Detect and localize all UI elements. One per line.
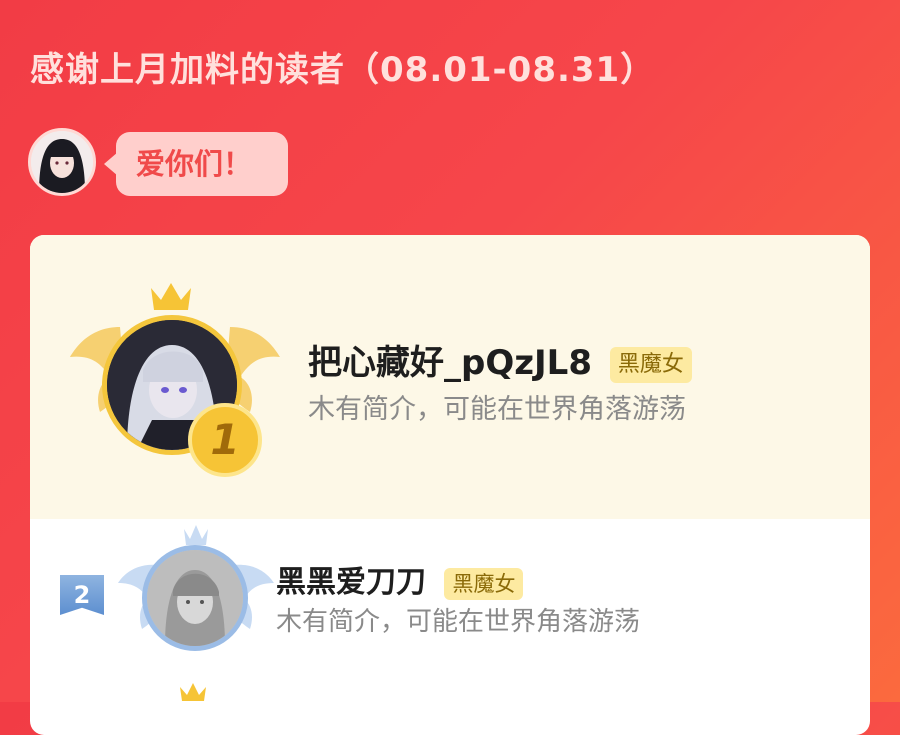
reader-name: 黑黑爱刀刀 黑魔女: [276, 557, 524, 601]
reader-name: 把心藏好_pQzJL8 黑魔女: [308, 335, 692, 384]
reader-ranking-card: 1 把心藏好_pQzJL8 黑魔女 木有简介，可能在世界角落游荡 2 黑黑爱刀刀…: [30, 235, 870, 735]
rank-1-medal: 1: [188, 403, 262, 477]
author-avatar[interactable]: [28, 128, 96, 196]
reader-bio: 木有简介，可能在世界角落游荡: [276, 607, 641, 637]
reader-name-text[interactable]: 把心藏好_pQzJL8: [308, 343, 592, 383]
role-tag: 黑魔女: [609, 346, 692, 383]
crown-icon: [151, 283, 191, 310]
rank-1-row[interactable]: 1 把心藏好_pQzJL8 黑魔女 木有简介，可能在世界角落游荡: [30, 235, 870, 519]
page-title: 感谢上月加料的读者（08.01-08.31）: [30, 50, 656, 90]
reader-name-text[interactable]: 黑黑爱刀刀: [276, 565, 426, 600]
avatar[interactable]: [142, 545, 248, 651]
role-tag: 黑魔女: [444, 567, 524, 600]
crown-icon: [180, 683, 206, 701]
speech-bubble: 爱你们！: [116, 132, 288, 196]
rank-2-badge: 2: [60, 575, 104, 615]
reader-bio: 木有简介，可能在世界角落游荡: [308, 394, 686, 425]
